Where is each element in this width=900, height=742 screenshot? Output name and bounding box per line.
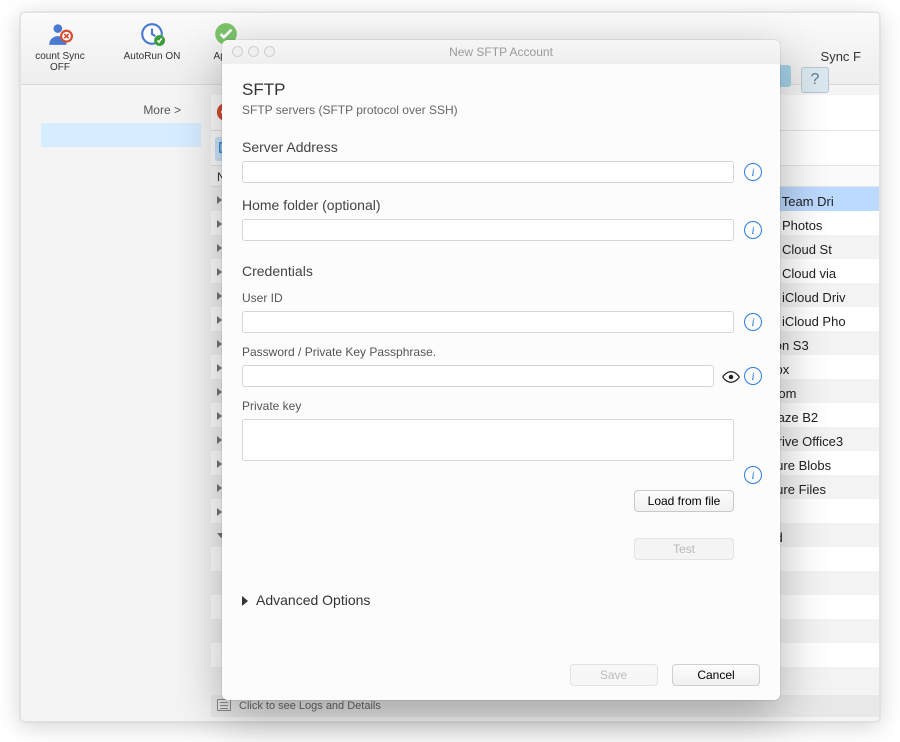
dialog-heading: SFTP (242, 80, 760, 100)
window-close-icon[interactable] (232, 46, 243, 57)
test-button[interactable]: Test (634, 538, 734, 560)
toolbar-autorun[interactable]: AutoRun ON (117, 21, 187, 62)
disclosure-triangle-icon (242, 596, 248, 606)
server-address-input[interactable] (242, 161, 734, 183)
dialog-title: New SFTP Account (449, 45, 553, 59)
advanced-options-label: Advanced Options (256, 592, 370, 608)
server-address-label: Server Address (242, 139, 760, 155)
clock-autorun-icon (139, 21, 165, 47)
logs-icon (217, 699, 231, 711)
dialog-subheading: SFTP servers (SFTP protocol over SSH) (242, 103, 760, 117)
private-key-label: Private key (242, 399, 760, 413)
more-link[interactable]: More > (121, 103, 181, 117)
status-bar-text: Click to see Logs and Details (239, 700, 381, 712)
cancel-button[interactable]: Cancel (672, 664, 760, 686)
sync-label-right: Sync F (821, 49, 861, 64)
dialog-titlebar: New SFTP Account (222, 40, 780, 64)
password-label: Password / Private Key Passphrase. (242, 345, 760, 359)
advanced-options-toggle[interactable]: Advanced Options (242, 592, 760, 608)
credentials-label: Credentials (242, 263, 760, 279)
user-id-input[interactable] (242, 311, 734, 333)
user-id-label: User ID (242, 291, 760, 305)
info-icon[interactable]: i (744, 466, 762, 484)
save-button[interactable]: Save (570, 664, 658, 686)
private-key-input[interactable] (242, 419, 734, 461)
load-from-file-button[interactable]: Load from file (634, 490, 734, 512)
info-icon[interactable]: i (744, 221, 762, 239)
new-sftp-account-dialog: New SFTP Account SFTP SFTP servers (SFTP… (222, 40, 780, 700)
eye-icon[interactable] (722, 368, 740, 386)
help-button[interactable]: ? (801, 67, 829, 93)
toolbar-sync-label: count Sync OFF (35, 51, 84, 73)
user-sync-icon (47, 21, 73, 47)
window-zoom-icon[interactable] (264, 46, 275, 57)
home-folder-input[interactable] (242, 219, 734, 241)
info-icon[interactable]: i (744, 313, 762, 331)
info-icon[interactable]: i (744, 367, 762, 385)
home-folder-label: Home folder (optional) (242, 197, 760, 213)
sidebar-selected-item[interactable] (41, 123, 201, 147)
window-minimize-icon[interactable] (248, 46, 259, 57)
toolbar-sync[interactable]: count Sync OFF (25, 21, 95, 73)
toolbar-autorun-label: AutoRun ON (124, 51, 181, 62)
password-input[interactable] (242, 365, 714, 387)
info-icon[interactable]: i (744, 163, 762, 181)
